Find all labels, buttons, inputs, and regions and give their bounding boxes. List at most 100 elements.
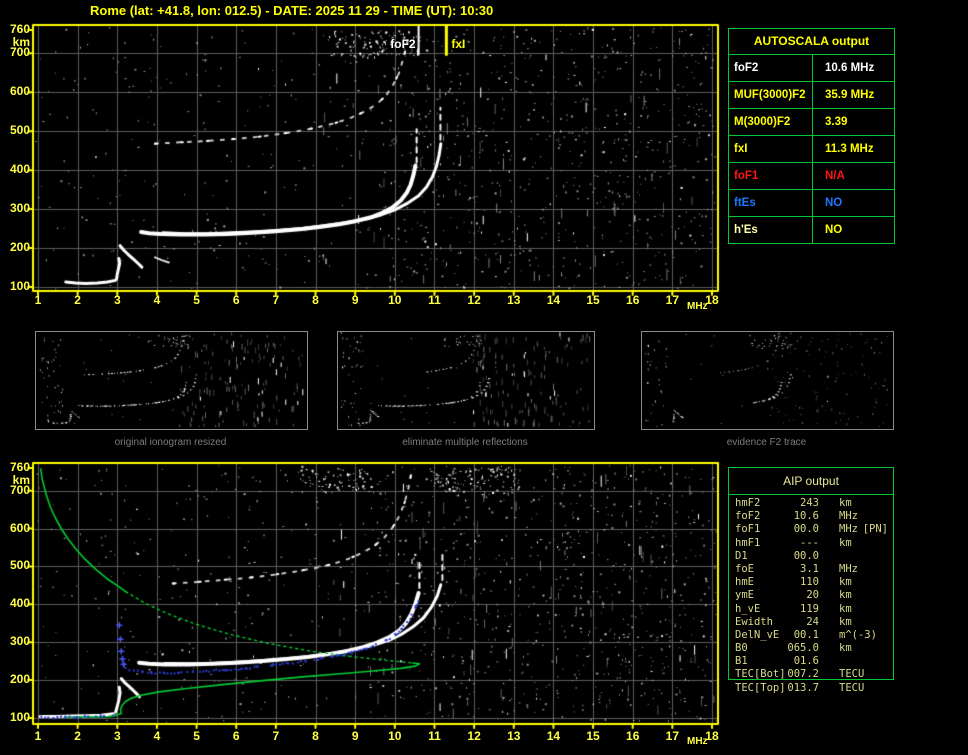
x-tick-label: 6 xyxy=(224,729,248,743)
top-ionogram-canvas xyxy=(26,20,724,298)
autoscala-row: fxI11.3 MHz xyxy=(729,136,894,163)
x-tick-label: 5 xyxy=(185,729,209,743)
aip-param: TEC[Top] xyxy=(728,682,787,695)
autoscala-value: 10.6 MHz xyxy=(813,55,894,81)
x-tick-label: 3 xyxy=(105,729,129,743)
x-tick-label: 8 xyxy=(304,293,328,307)
aip-value: 119 xyxy=(787,603,819,616)
x-tick-label: 4 xyxy=(145,293,169,307)
aip-value: --- xyxy=(787,537,819,550)
x-tick-label: 1 xyxy=(26,293,50,307)
x-tick-label: 16 xyxy=(621,729,645,743)
aip-row: TEC[Bot]007.2TECU xyxy=(728,668,892,681)
aip-note xyxy=(888,497,892,510)
aip-param: foF2 xyxy=(728,510,787,523)
x-tick-label: 3 xyxy=(105,293,129,307)
aip-row: hmE110km xyxy=(728,576,892,589)
x-axis-unit-mhz: MHz xyxy=(687,301,708,312)
aip-param: foE xyxy=(728,563,787,576)
autoscala-param: fxI xyxy=(729,136,813,162)
x-tick-label: 13 xyxy=(502,729,526,743)
aip-param: hmE xyxy=(728,576,787,589)
autoscala-row: ftEsNO xyxy=(729,190,894,217)
y-tick-label: 600 xyxy=(0,522,30,535)
aip-param: foF1 xyxy=(728,523,787,536)
aip-unit: MHz xyxy=(819,523,858,536)
panel-eliminate-reflections xyxy=(337,331,595,430)
x-tick-label: 12 xyxy=(462,729,486,743)
aip-row: Ewidth24km xyxy=(728,616,892,629)
aip-table-rows: hmF2243kmfoF210.6MHzfoF100.0MHz[PN]hmF1-… xyxy=(728,497,892,695)
autoscala-value: NO xyxy=(813,217,894,243)
aip-value: 3.1 xyxy=(787,563,819,576)
x-tick-label: 6 xyxy=(224,293,248,307)
autoscala-value: NO xyxy=(813,190,894,216)
y-tick-label: 500 xyxy=(0,124,30,137)
x-tick-label: 1 xyxy=(26,729,50,743)
autoscala-table-title: AUTOSCALA output xyxy=(729,29,894,55)
aip-note xyxy=(888,668,892,681)
aip-unit: km xyxy=(819,603,852,616)
aip-param: B0 xyxy=(728,642,787,655)
aip-value: 01.6 xyxy=(787,655,819,668)
aip-unit: MHz xyxy=(819,510,858,523)
y-tick-label: 400 xyxy=(0,597,30,610)
x-tick-label: 7 xyxy=(264,729,288,743)
autoscala-param: foF2 xyxy=(729,55,813,81)
fxi-marker-label: fxI xyxy=(451,37,465,51)
aip-row: hmF1---km xyxy=(728,537,892,550)
x-tick-label: 17 xyxy=(660,293,684,307)
aip-note xyxy=(888,603,892,616)
autoscala-row: h'EsNO xyxy=(729,217,894,243)
x-tick-label: 5 xyxy=(185,293,209,307)
autoscala-param: M(3000)F2 xyxy=(729,109,813,135)
y-tick-label: 600 xyxy=(0,85,30,98)
autoscala-value: 3.39 xyxy=(813,109,894,135)
aip-row: B0065.0km xyxy=(728,642,892,655)
aip-value: 10.6 xyxy=(787,510,819,523)
aip-value: 110 xyxy=(787,576,819,589)
x-tick-label: 9 xyxy=(343,729,367,743)
aip-value: 00.1 xyxy=(787,629,819,642)
autoscala-row: foF1N/A xyxy=(729,163,894,190)
aip-row: ymE20km xyxy=(728,589,892,602)
aip-row: TEC[Top]013.7TECU xyxy=(728,682,892,695)
autoscala-row: MUF(3000)F235.9 MHz xyxy=(729,82,894,109)
panel-caption-evidence: evidence F2 trace xyxy=(641,437,892,448)
autoscala-value: 35.9 MHz xyxy=(813,82,894,108)
aip-param: B1 xyxy=(728,655,787,668)
aip-note: [PN] xyxy=(863,523,892,536)
fof2-marker-label: foF2 xyxy=(384,37,416,51)
aip-param: DelN_vE xyxy=(728,629,787,642)
autoscala-row: foF210.6 MHz xyxy=(729,55,894,82)
aip-value: 00.0 xyxy=(787,550,819,563)
autoscala-param: ftEs xyxy=(729,190,813,216)
x-tick-label: 12 xyxy=(462,293,486,307)
autoscala-value: 11.3 MHz xyxy=(813,136,894,162)
aip-table-title: AIP output xyxy=(729,468,893,495)
aip-note xyxy=(888,563,892,576)
y-axis-unit-km: km xyxy=(0,36,30,49)
y-tick-label: 300 xyxy=(0,635,30,648)
x-tick-label: 11 xyxy=(422,729,446,743)
aip-value: 013.7 xyxy=(787,682,819,695)
x-tick-label: 7 xyxy=(264,293,288,307)
aip-unit: TECU xyxy=(819,668,864,681)
x-tick-label: 15 xyxy=(581,729,605,743)
aip-note xyxy=(888,537,892,550)
aip-value: 00.0 xyxy=(787,523,819,536)
aip-unit: km xyxy=(819,576,852,589)
x-tick-label: 10 xyxy=(383,729,407,743)
aip-note xyxy=(888,616,892,629)
x-tick-label: 10 xyxy=(383,293,407,307)
aip-note xyxy=(888,510,892,523)
aip-unit: km xyxy=(819,616,852,629)
aip-unit xyxy=(819,655,839,668)
aip-row: B101.6 xyxy=(728,655,892,668)
x-tick-label: 14 xyxy=(541,293,565,307)
aip-note xyxy=(888,589,892,602)
aip-unit: m^(-3) xyxy=(819,629,877,642)
aip-note xyxy=(888,642,892,655)
app-title: Rome (lat: +41.8, lon: 012.5) - DATE: 20… xyxy=(90,3,493,18)
aip-note xyxy=(888,629,892,642)
